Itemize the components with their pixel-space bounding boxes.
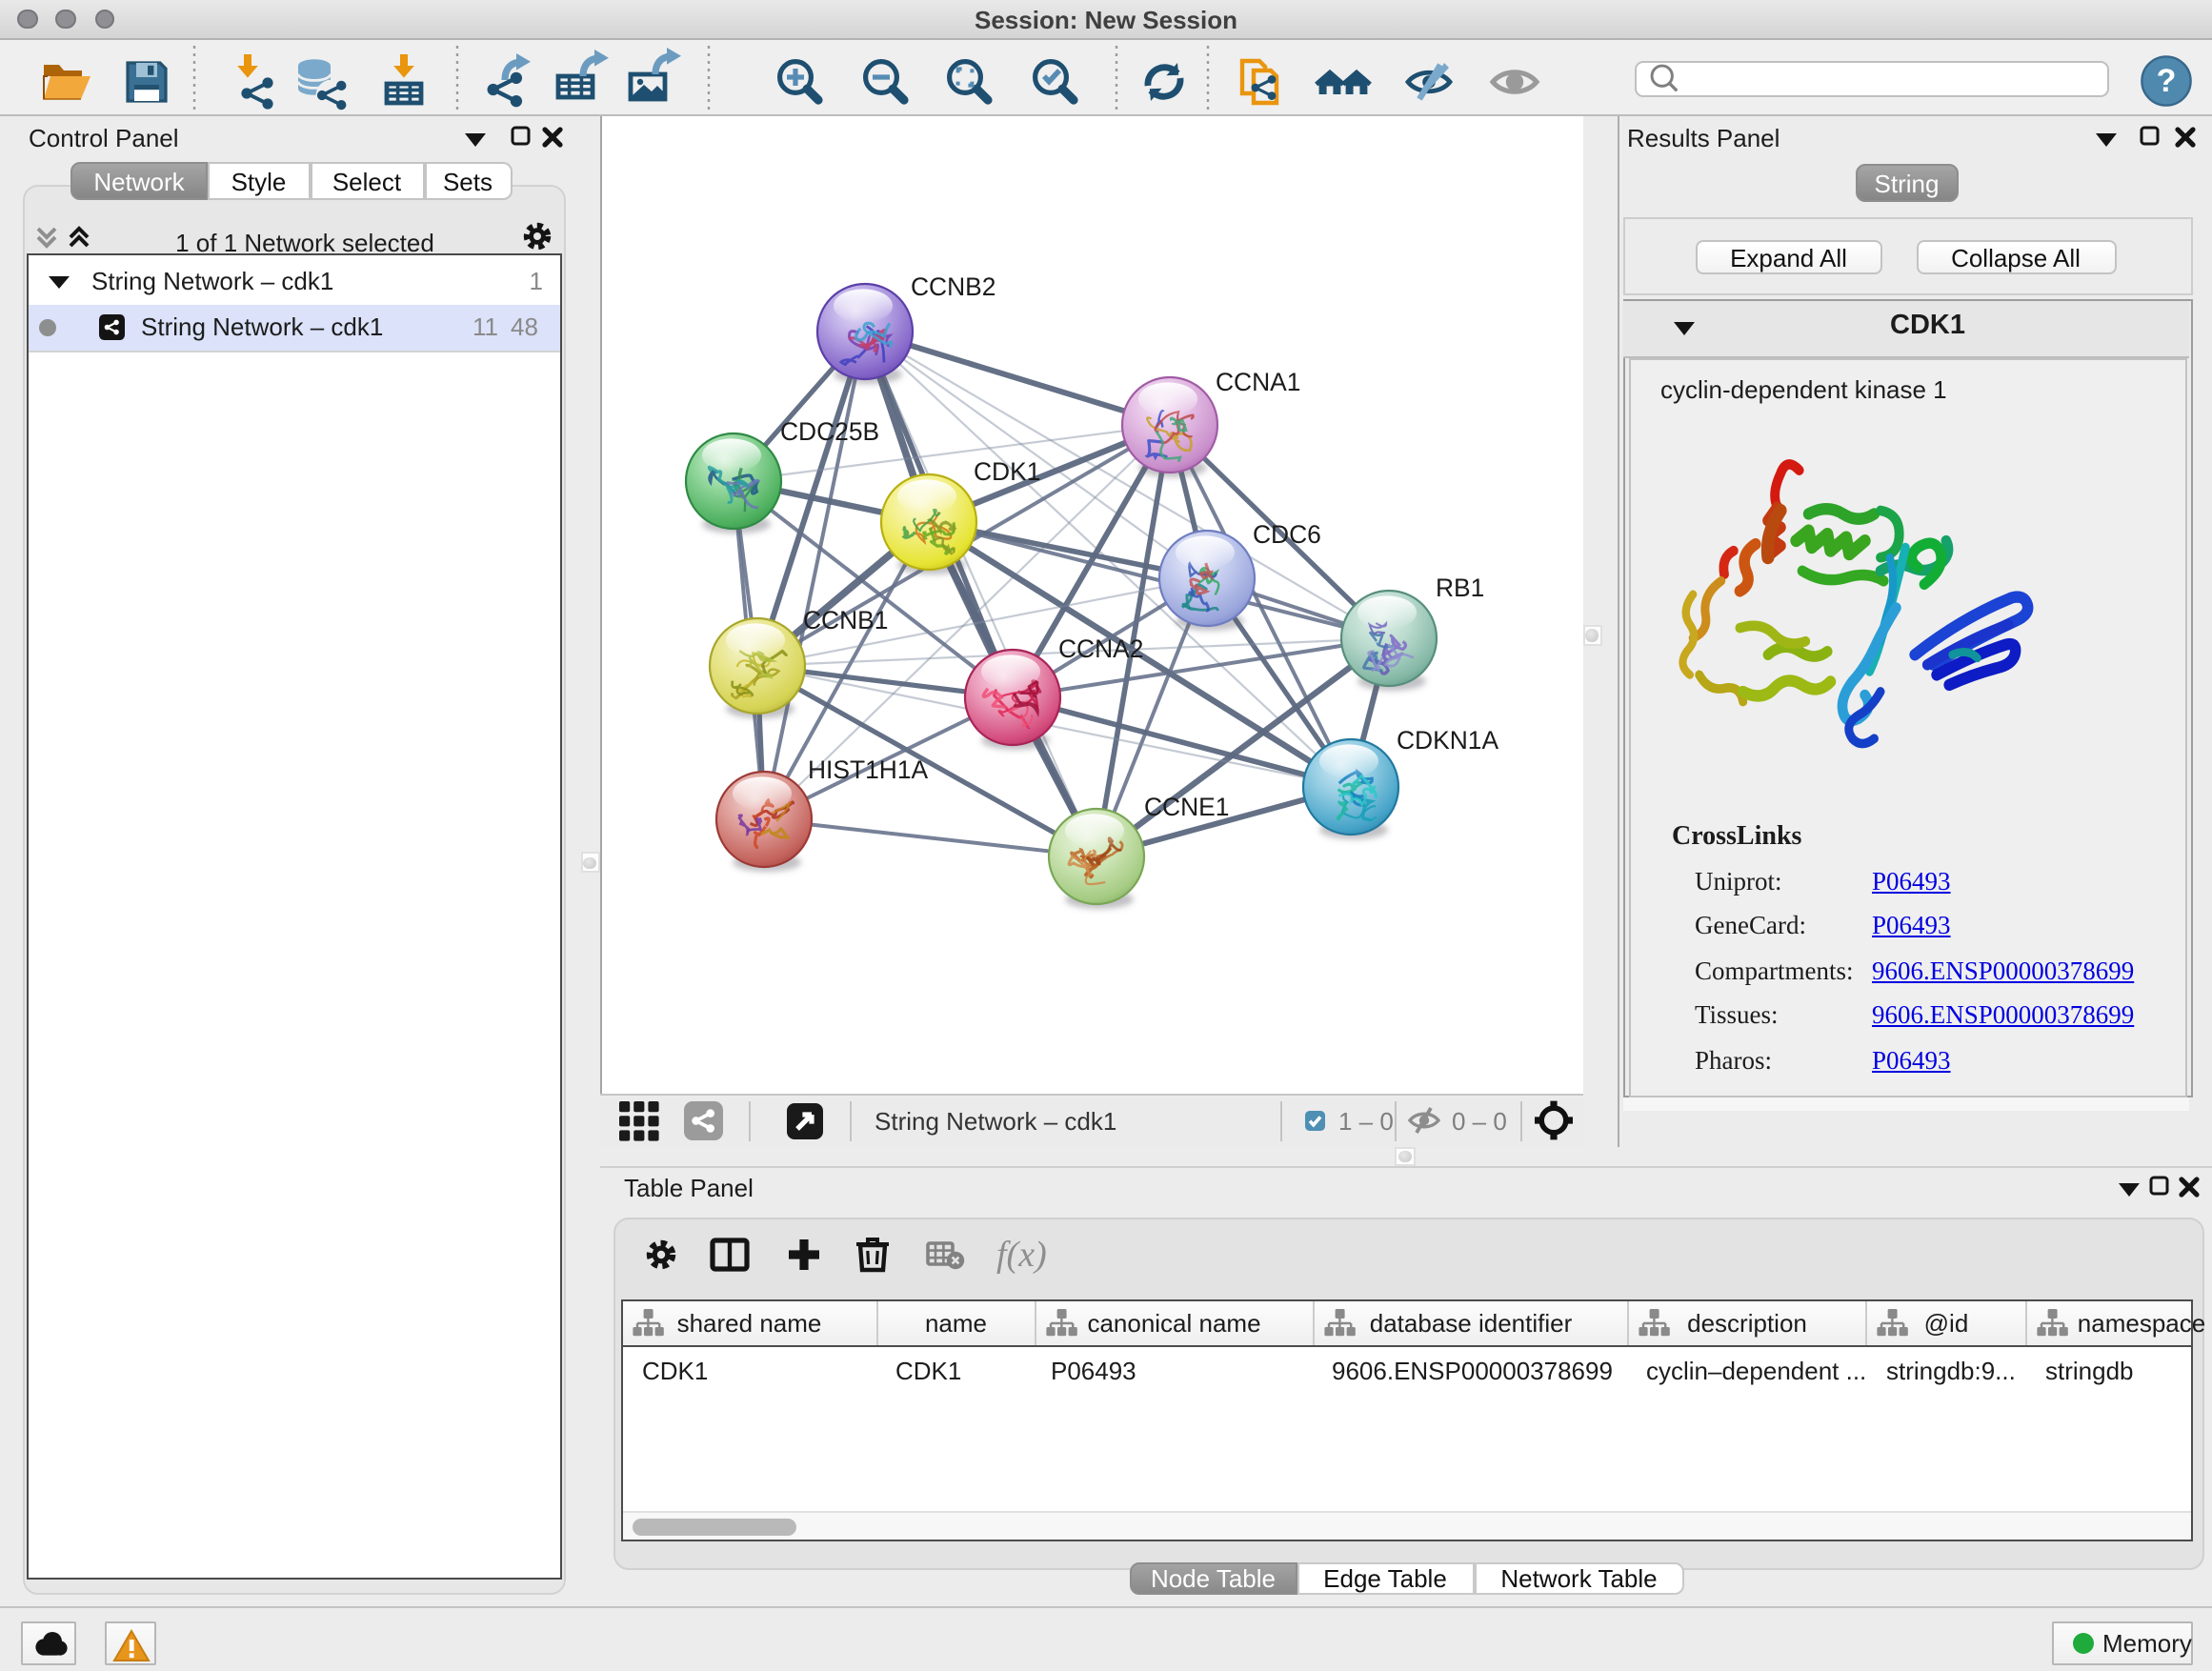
svg-text:CDKN1A: CDKN1A [1397, 726, 1498, 755]
svg-text:CCNA2: CCNA2 [1058, 634, 1143, 663]
svg-text:CDC25B: CDC25B [780, 417, 879, 446]
svg-text:CCNA1: CCNA1 [1216, 368, 1300, 396]
svg-text:?: ? [2157, 63, 2177, 99]
svg-text:CCNE1: CCNE1 [1144, 793, 1229, 821]
svg-text:f(x): f(x) [995, 1237, 1046, 1275]
svg-text:HIST1H1A: HIST1H1A [808, 755, 929, 784]
svg-text:RB1: RB1 [1436, 574, 1484, 602]
svg-text:CCNB2: CCNB2 [911, 272, 995, 301]
svg-text:CCNB1: CCNB1 [803, 606, 888, 634]
svg-text:CDK1: CDK1 [974, 457, 1040, 486]
svg-text:CDC6: CDC6 [1253, 520, 1321, 549]
